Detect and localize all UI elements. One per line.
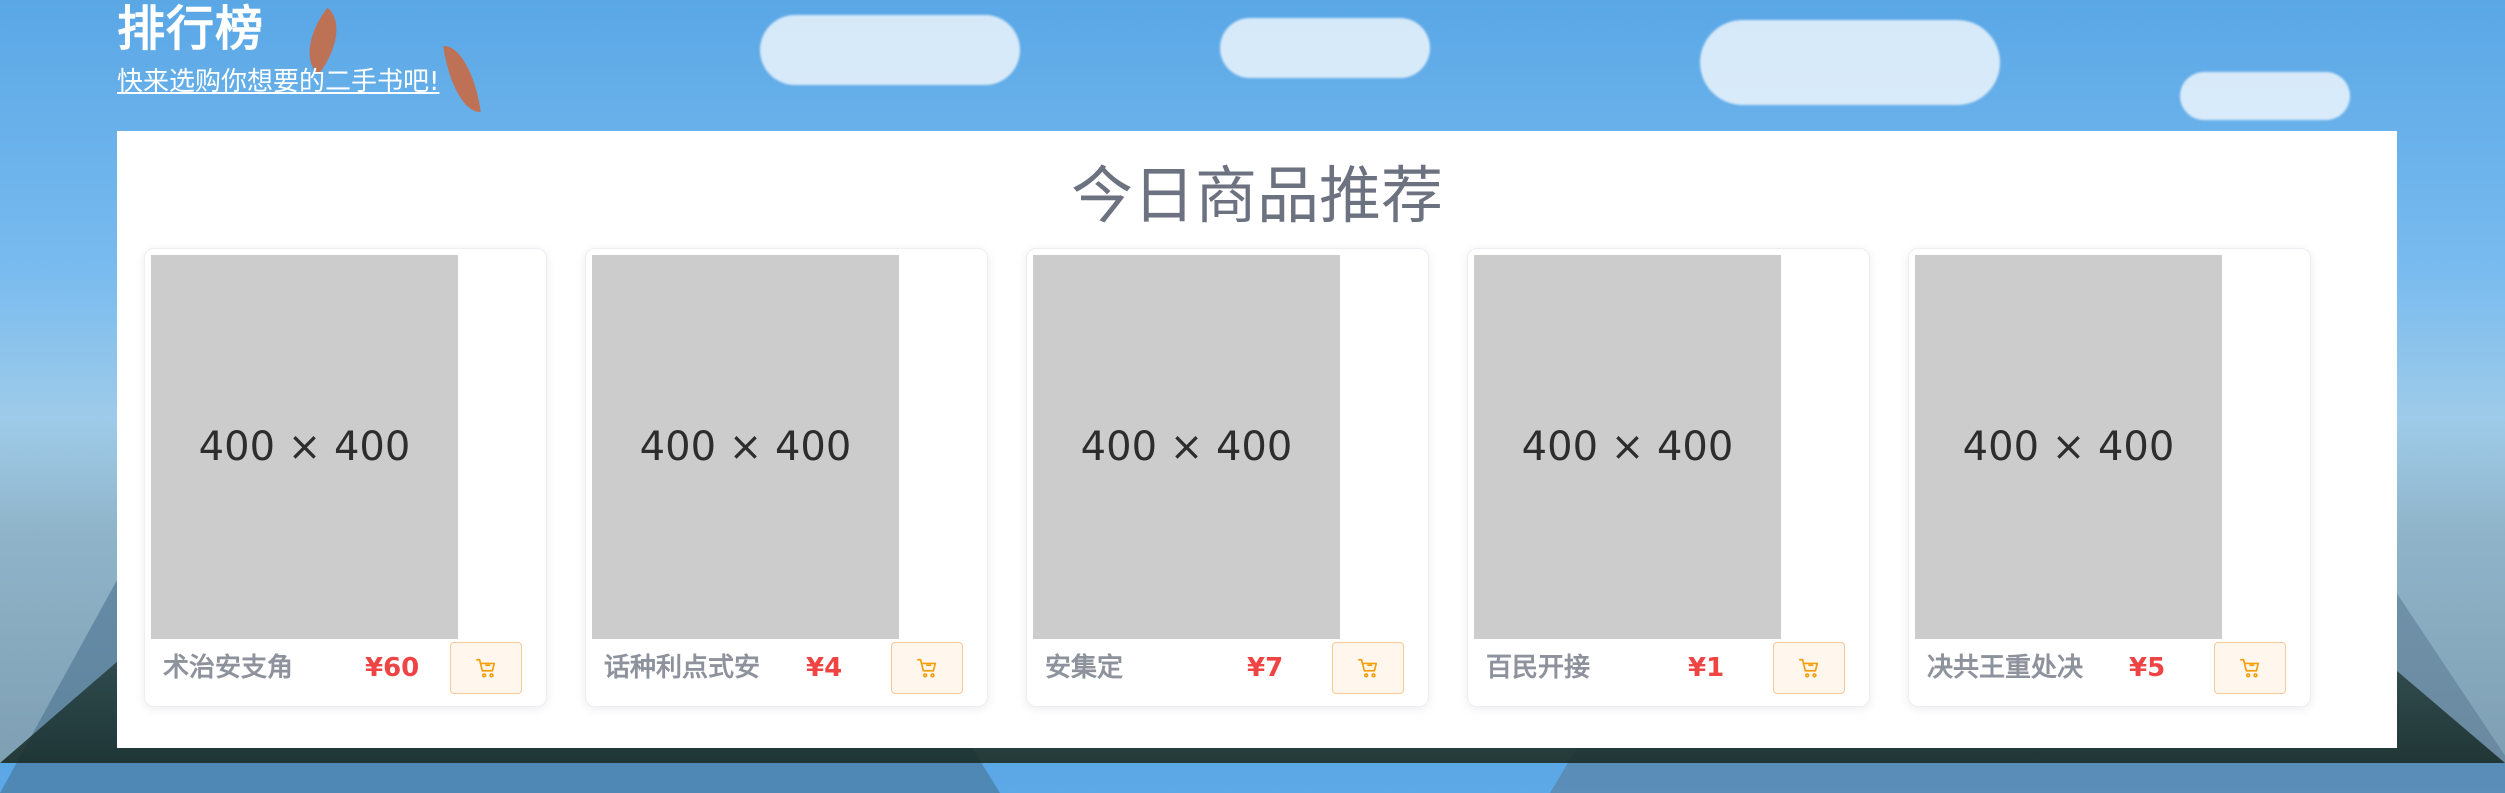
product-price: ¥5: [2129, 653, 2166, 683]
product-card-footer: 话种利点式安 ¥4: [604, 642, 963, 696]
product-name: 决共王重处决: [1927, 653, 2084, 683]
add-to-cart-button[interactable]: [891, 642, 963, 694]
background-cloud: [2180, 72, 2350, 120]
product-price: ¥1: [1688, 653, 1725, 683]
product-card-footer: 安集定 ¥7: [1045, 642, 1404, 696]
add-to-cart-button[interactable]: [450, 642, 522, 694]
shopping-cart-icon: [1799, 658, 1819, 678]
background-cloud: [1700, 20, 2000, 105]
shopping-cart-icon: [1358, 658, 1378, 678]
background-cloud: [1220, 18, 1430, 78]
shopping-cart-icon: [917, 658, 937, 678]
add-to-cart-button[interactable]: [2214, 642, 2286, 694]
product-card-footer: 决共王重处决 ¥5: [1927, 642, 2286, 696]
product-image-placeholder: 400 × 400: [592, 255, 899, 639]
product-card-footer: 百民开接 ¥1: [1486, 642, 1845, 696]
add-to-cart-button[interactable]: [1773, 642, 1845, 694]
shopping-cart-icon: [476, 658, 496, 678]
product-name: 话种利点式安: [604, 653, 761, 683]
shopping-prompt-link[interactable]: 快来选购你想要的二手书吧!: [117, 66, 439, 98]
product-card[interactable]: 400 × 400 百民开接 ¥1: [1467, 248, 1870, 707]
recommendation-panel: 今日商品推荐 400 × 400 术治安支角 ¥60 400 × 400 话种利…: [117, 131, 2397, 748]
product-image-placeholder: 400 × 400: [1474, 255, 1781, 639]
product-image-placeholder: 400 × 400: [151, 255, 458, 639]
shopping-cart-icon: [2240, 658, 2260, 678]
background-cloud: [760, 15, 1020, 85]
product-price: ¥60: [365, 653, 420, 683]
product-card-footer: 术治安支角 ¥60: [163, 642, 522, 696]
product-card[interactable]: 400 × 400 术治安支角 ¥60: [144, 248, 547, 707]
section-title: 今日商品推荐: [1070, 159, 1443, 232]
product-card[interactable]: 400 × 400 话种利点式安 ¥4: [585, 248, 988, 707]
product-card-list: 400 × 400 术治安支角 ¥60 400 × 400 话种利点式安 ¥4 …: [144, 248, 2311, 707]
product-name: 术治安支角: [163, 653, 294, 683]
product-price: ¥7: [1247, 653, 1284, 683]
product-card[interactable]: 400 × 400 安集定 ¥7: [1026, 248, 1429, 707]
page-title: 排行榜: [117, 1, 265, 57]
product-name: 百民开接: [1486, 653, 1591, 683]
product-price: ¥4: [806, 653, 843, 683]
falling-leaf: [443, 42, 481, 116]
ranking-header: 排行榜 快来选购你想要的二手书吧!: [117, 0, 439, 98]
add-to-cart-button[interactable]: [1332, 642, 1404, 694]
product-card[interactable]: 400 × 400 决共王重处决 ¥5: [1908, 248, 2311, 707]
product-image-placeholder: 400 × 400: [1033, 255, 1340, 639]
product-name: 安集定: [1045, 653, 1124, 683]
product-image-placeholder: 400 × 400: [1915, 255, 2222, 639]
